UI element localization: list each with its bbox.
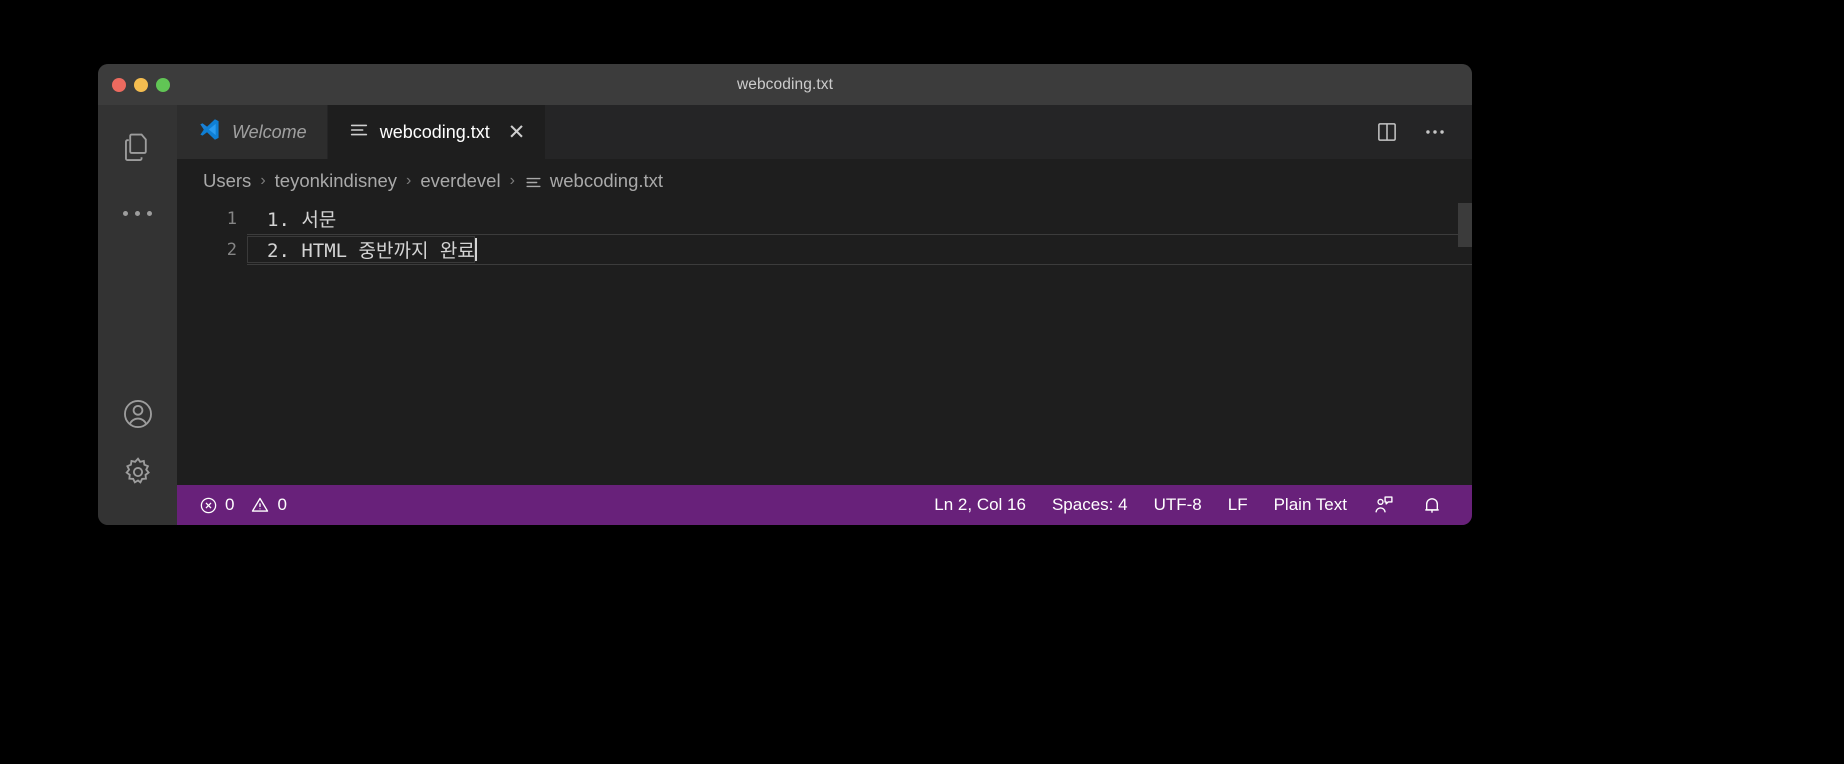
window-body: Welcome webcoding.txt ✕ Users › teyonkin… xyxy=(98,105,1472,525)
tab-bar: Welcome webcoding.txt ✕ xyxy=(177,105,1472,159)
line-number: 1 xyxy=(226,208,237,229)
more-dots-icon xyxy=(123,210,152,216)
activity-item-settings[interactable] xyxy=(98,443,177,501)
line-content: 2. HTML 중반까지 완료 xyxy=(247,236,475,263)
status-cursor-position[interactable]: Ln 2, Col 16 xyxy=(921,485,1039,525)
tab-webcoding-txt[interactable]: webcoding.txt ✕ xyxy=(327,105,547,159)
vscode-logo-icon xyxy=(197,117,222,147)
breadcrumb: Users › teyonkindisney › everdevel › web… xyxy=(177,159,1472,203)
breadcrumb-file-label: webcoding.txt xyxy=(549,170,664,191)
maximize-window-button[interactable] xyxy=(156,77,170,92)
vscode-window: webcoding.txt Welcome webcoding.txt ✕ Us… xyxy=(98,64,1472,525)
breadcrumb-item-everdevel[interactable]: everdevel xyxy=(420,170,500,192)
window-controls xyxy=(112,64,170,105)
breadcrumb-separator: › xyxy=(406,172,412,189)
window-title: webcoding.txt xyxy=(736,75,834,93)
tab-welcome[interactable]: Welcome xyxy=(177,105,328,159)
activity-item-explorer[interactable] xyxy=(98,119,177,177)
tab-bar-empty-space xyxy=(546,105,1374,159)
status-encoding[interactable]: UTF-8 xyxy=(1141,485,1215,525)
status-eol[interactable]: LF xyxy=(1215,485,1261,525)
activity-item-accounts[interactable] xyxy=(98,385,177,443)
code-editor[interactable]: 1 1. 서문 2 2. HTML 중반까지 완료 xyxy=(177,203,1472,485)
tab-label: Welcome xyxy=(232,121,307,142)
account-icon xyxy=(121,397,155,431)
status-notifications-button[interactable] xyxy=(1408,485,1456,525)
breadcrumb-separator: › xyxy=(509,172,515,189)
more-actions-icon[interactable] xyxy=(1422,119,1448,145)
status-feedback-button[interactable] xyxy=(1360,485,1408,525)
status-indentation[interactable]: Spaces: 4 xyxy=(1039,485,1141,525)
text-cursor xyxy=(474,238,477,261)
bell-notifications-icon xyxy=(1421,494,1443,516)
status-problems[interactable]: 0 0 xyxy=(199,485,300,525)
breadcrumb-separator: › xyxy=(260,172,266,189)
editor-line[interactable]: 1 1. 서문 xyxy=(177,203,1472,234)
title-bar: webcoding.txt xyxy=(98,64,1472,105)
explorer-files-icon xyxy=(121,131,155,165)
scrollbar-thumb[interactable] xyxy=(1458,203,1472,247)
status-bar-left: 0 0 xyxy=(177,485,300,525)
status-language-mode[interactable]: Plain Text xyxy=(1261,485,1360,525)
breadcrumb-item-teyonkindisney[interactable]: teyonkindisney xyxy=(275,170,397,192)
split-editor-right-icon[interactable] xyxy=(1374,119,1400,145)
close-window-button[interactable] xyxy=(112,77,126,92)
line-number: 2 xyxy=(226,239,237,260)
editor-toolbar xyxy=(1374,105,1472,159)
plain-text-file-icon xyxy=(348,119,370,146)
breadcrumb-item-file[interactable]: webcoding.txt xyxy=(524,170,663,192)
activity-bar xyxy=(98,105,177,525)
error-circle-x-icon xyxy=(199,496,218,515)
status-bar-right: Ln 2, Col 16 Spaces: 4 UTF-8 LF Plain Te… xyxy=(921,485,1472,525)
feedback-person-icon xyxy=(1373,494,1395,516)
close-icon[interactable]: ✕ xyxy=(508,122,526,143)
editor-area: Welcome webcoding.txt ✕ Users › teyonkin… xyxy=(177,105,1472,525)
activity-item-more[interactable] xyxy=(98,177,177,249)
breadcrumb-item-users[interactable]: Users xyxy=(203,170,251,192)
line-content: 1. 서문 xyxy=(267,209,337,231)
warning-triangle-icon xyxy=(250,495,270,515)
minimize-window-button[interactable] xyxy=(134,77,148,92)
status-bar: 0 0 Ln 2, Col 16 Spaces: 4 UTF-8 LF Plai… xyxy=(177,485,1472,525)
gear-icon xyxy=(121,455,155,489)
plain-text-file-icon xyxy=(524,173,543,192)
error-count: 0 xyxy=(225,495,235,514)
warning-count: 0 xyxy=(277,495,287,514)
tab-label: webcoding.txt xyxy=(379,121,490,142)
editor-line-current[interactable]: 2 2. HTML 중반까지 완료 xyxy=(177,234,1472,265)
